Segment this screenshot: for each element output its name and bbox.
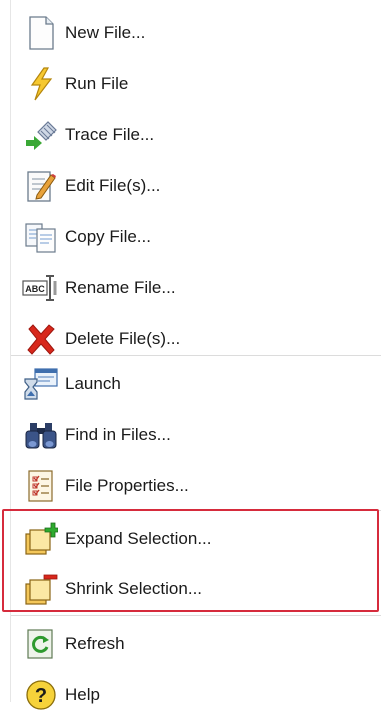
menu-item-label: Help <box>65 685 100 704</box>
menu-item-label: Delete File(s)... <box>65 329 181 348</box>
selection-highlight-box <box>2 509 379 612</box>
svg-text:?: ? <box>35 685 47 707</box>
svg-text:ABC: ABC <box>25 284 45 294</box>
launch-icon <box>21 364 61 404</box>
refresh-icon <box>21 624 61 664</box>
trace-icon <box>21 115 61 155</box>
binoculars-icon <box>21 415 61 455</box>
menu-item-label: Trace File... <box>65 125 155 144</box>
menu-item-help[interactable]: ? Help <box>11 669 381 721</box>
help-icon: ? <box>21 675 61 715</box>
menu-item-rename-file[interactable]: ABC Rename File... <box>11 262 381 314</box>
delete-x-icon <box>21 319 61 359</box>
menu-separator <box>11 355 381 356</box>
menu-item-launch[interactable]: Launch <box>11 358 381 410</box>
menu-item-label: New File... <box>65 23 146 42</box>
menu-item-label: Rename File... <box>65 278 176 297</box>
edit-pencil-icon <box>21 166 61 206</box>
menu-item-label: Run File <box>65 74 129 93</box>
menu-item-refresh[interactable]: Refresh <box>11 618 381 670</box>
menu-separator <box>11 615 381 616</box>
run-lightning-icon <box>21 64 61 104</box>
menu-item-label: Find in Files... <box>65 425 171 444</box>
rename-abc-icon: ABC <box>21 268 61 308</box>
menu-item-label: Launch <box>65 374 121 393</box>
menu-item-file-properties[interactable]: File Properties... <box>11 460 381 512</box>
menu-item-find-in-files[interactable]: Find in Files... <box>11 409 381 461</box>
properties-icon <box>21 466 61 506</box>
menu-item-label: File Properties... <box>65 476 189 495</box>
menu-item-new-file[interactable]: New File... <box>11 7 381 59</box>
menu-item-label: Copy File... <box>65 227 151 246</box>
copy-icon <box>21 217 61 257</box>
menu-item-copy-file[interactable]: Copy File... <box>11 211 381 263</box>
context-menu: New File... Run File Trace File... Edit … <box>0 0 381 710</box>
menu-item-edit-files[interactable]: Edit File(s)... <box>11 160 381 212</box>
menu-item-label: Refresh <box>65 634 125 653</box>
menu-item-trace-file[interactable]: Trace File... <box>11 109 381 161</box>
menu-item-run-file[interactable]: Run File <box>11 58 381 110</box>
menu-item-label: Edit File(s)... <box>65 176 161 195</box>
new-file-icon <box>21 13 61 53</box>
